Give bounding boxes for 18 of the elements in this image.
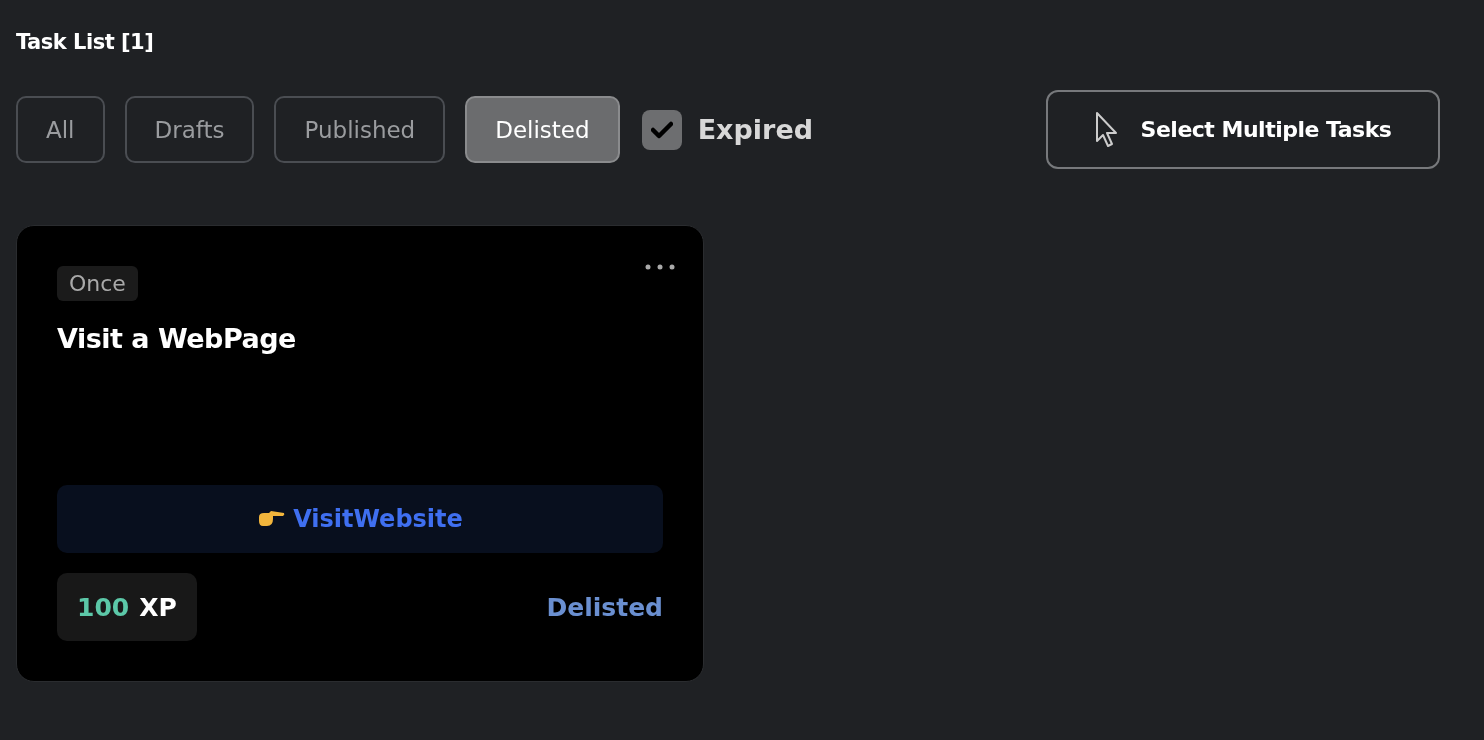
select-multiple-button[interactable]: Select Multiple Tasks bbox=[1046, 90, 1440, 169]
xp-value: 100 bbox=[77, 592, 130, 622]
visit-website-button[interactable]: VisitWebsite bbox=[57, 485, 663, 553]
expired-label: Expired bbox=[697, 114, 814, 145]
pointing-hand-icon bbox=[257, 509, 286, 529]
page-title: Task List [1] bbox=[16, 30, 154, 54]
cursor-icon bbox=[1094, 110, 1119, 149]
filter-tab[interactable]: Drafts bbox=[124, 96, 255, 163]
filter-tab[interactable]: All bbox=[16, 96, 105, 163]
more-icon[interactable] bbox=[645, 264, 675, 270]
task-title: Visit a WebPage bbox=[57, 323, 296, 354]
status-label: Delisted bbox=[546, 592, 663, 622]
xp-unit: XP bbox=[139, 592, 177, 622]
filter-tab[interactable]: Delisted bbox=[465, 96, 620, 163]
frequency-tag: Once bbox=[57, 266, 138, 301]
expired-checkbox[interactable] bbox=[641, 109, 682, 150]
filter-tab[interactable]: Published bbox=[274, 96, 446, 163]
checkmark-icon bbox=[650, 120, 673, 139]
